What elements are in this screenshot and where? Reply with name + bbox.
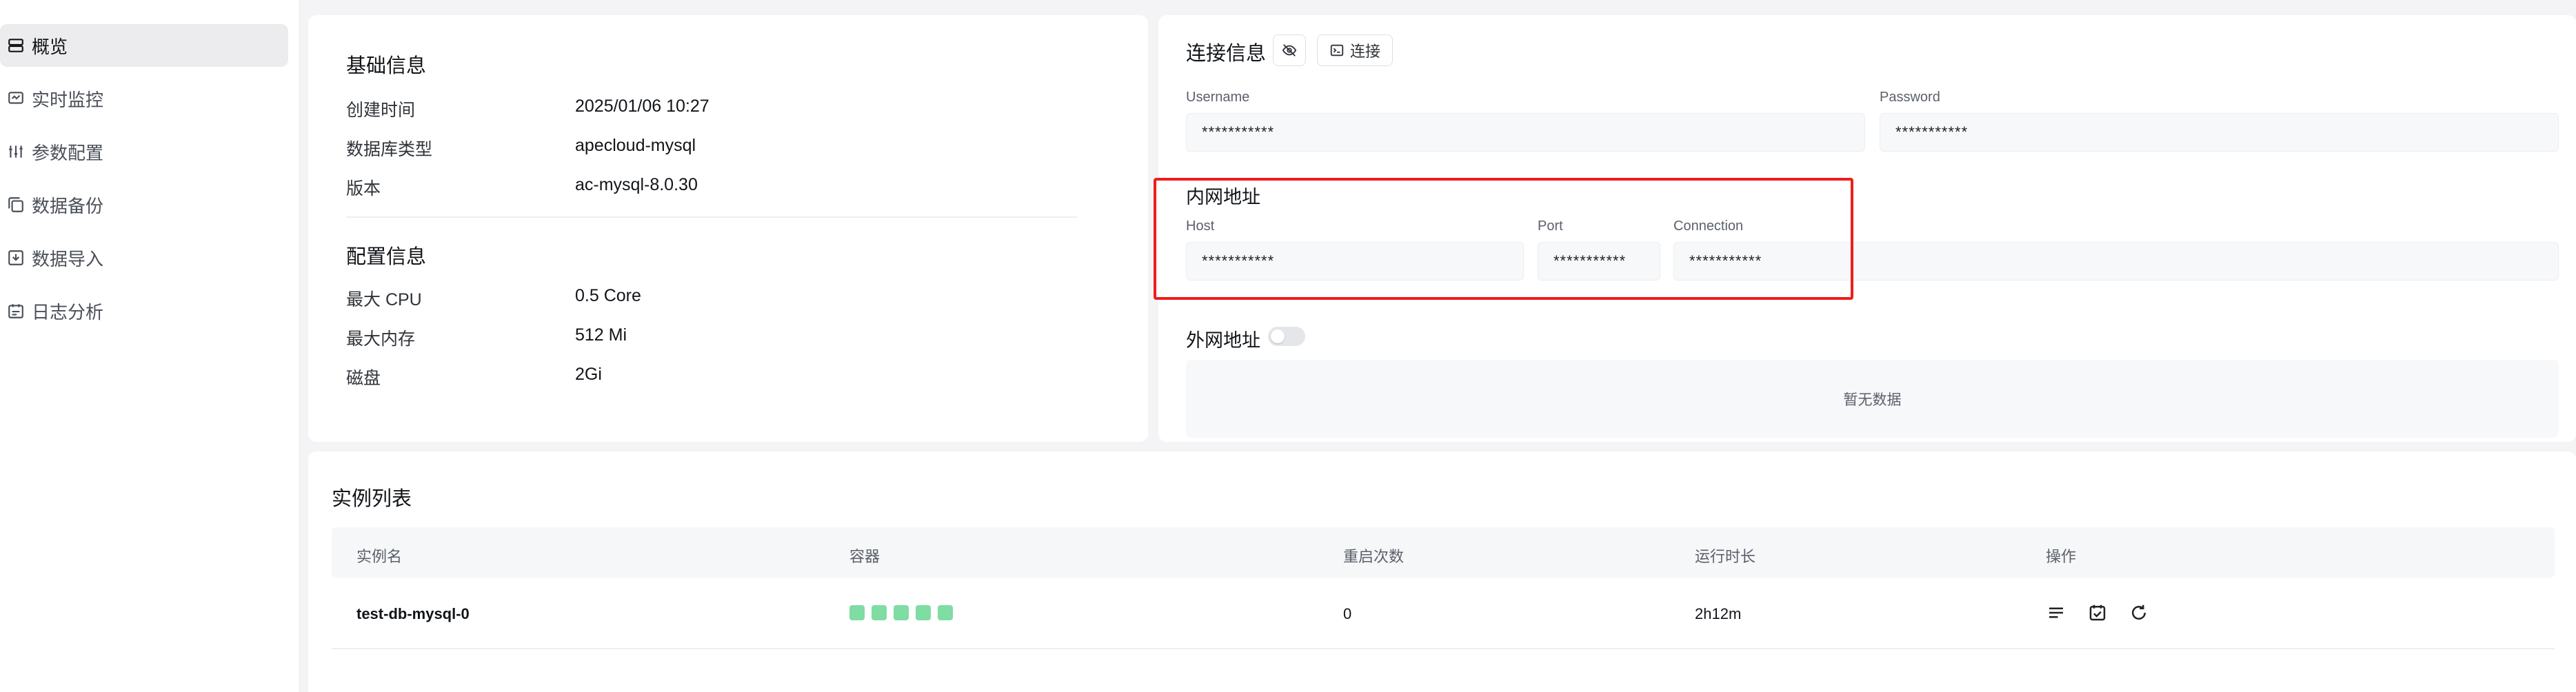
config-info-title: 配置信息 bbox=[346, 246, 427, 268]
disk-label: 磁盘 bbox=[346, 369, 381, 388]
row-divider bbox=[332, 648, 2555, 649]
toggle-visibility-button[interactable] bbox=[1273, 34, 1306, 66]
external-address-empty: 暂无数据 bbox=[1186, 360, 2559, 438]
sliders-icon bbox=[7, 143, 25, 161]
column-header-name: 实例名 bbox=[356, 548, 403, 565]
disk-value: 2Gi bbox=[575, 365, 602, 384]
sidebar-item-label: 日志分析 bbox=[32, 301, 104, 323]
sidebar-item-logs[interactable]: 日志分析 bbox=[0, 289, 288, 332]
uptime: 2h12m bbox=[1695, 605, 1742, 622]
connection-title: 连接信息 bbox=[1186, 43, 1267, 65]
connect-label: 连接 bbox=[1349, 43, 1380, 60]
container-status bbox=[894, 605, 909, 620]
info-card: 基础信息 创建时间 2025/01/06 10:27 数据库类型 apeclou… bbox=[308, 15, 1148, 442]
sidebar-item-label: 参数配置 bbox=[32, 142, 104, 163]
password-label: Password bbox=[1880, 90, 1940, 105]
db-type-label: 数据库类型 bbox=[346, 140, 433, 159]
max-memory-label: 最大内存 bbox=[346, 329, 416, 349]
backup-icon bbox=[7, 196, 25, 214]
instance-list-card: 实例列表 实例名 容器 重启次数 运行时长 操作 test-db-mysql-0… bbox=[308, 451, 2576, 692]
column-header-container: 容器 bbox=[849, 548, 881, 565]
calendar-log-icon bbox=[7, 302, 25, 320]
container-status bbox=[849, 605, 865, 620]
sidebar-item-label: 概览 bbox=[32, 36, 68, 57]
sidebar-item-params[interactable]: 参数配置 bbox=[0, 130, 288, 173]
sidebar-item-import[interactable]: 数据导入 bbox=[0, 236, 288, 279]
terminal-icon bbox=[1329, 43, 1345, 58]
column-header-uptime: 运行时长 bbox=[1695, 548, 1756, 565]
version-label: 版本 bbox=[346, 179, 381, 199]
external-address-toggle[interactable] bbox=[1268, 327, 1305, 346]
list-icon[interactable] bbox=[2046, 602, 2066, 623]
column-header-restarts: 重启次数 bbox=[1343, 548, 1405, 565]
sidebar-item-label: 数据导入 bbox=[32, 248, 104, 269]
divider bbox=[346, 216, 1077, 218]
highlight-box bbox=[1154, 178, 1853, 300]
sidebar-item-monitor[interactable]: 实时监控 bbox=[0, 77, 288, 120]
username-label: Username bbox=[1186, 90, 1250, 105]
column-header-actions: 操作 bbox=[2046, 548, 2077, 565]
restart-count: 0 bbox=[1343, 605, 1352, 622]
sidebar-item-label: 数据备份 bbox=[32, 195, 104, 216]
eye-off-icon bbox=[1282, 43, 1297, 58]
db-type-value: apecloud-mysql bbox=[575, 136, 696, 155]
max-memory-value: 512 Mi bbox=[575, 325, 627, 345]
server-icon bbox=[7, 37, 25, 54]
import-icon bbox=[7, 249, 25, 267]
sidebar: 概览 实时监控 参数配置 数据备份 数据导入 日志分析 bbox=[0, 0, 299, 692]
connect-button[interactable]: 连接 bbox=[1317, 34, 1393, 66]
created-time-value: 2025/01/06 10:27 bbox=[575, 96, 710, 116]
sidebar-item-label: 实时监控 bbox=[32, 89, 104, 110]
external-address-title: 外网地址 bbox=[1186, 330, 1260, 351]
created-time-label: 创建时间 bbox=[346, 101, 416, 120]
sidebar-item-backup[interactable]: 数据备份 bbox=[0, 183, 288, 226]
username-field[interactable]: *********** bbox=[1186, 113, 1865, 152]
version-value: ac-mysql-8.0.30 bbox=[575, 175, 698, 194]
instance-list-title: 实例列表 bbox=[332, 488, 412, 510]
container-status bbox=[872, 605, 887, 620]
container-status bbox=[916, 605, 931, 620]
instance-name[interactable]: test-db-mysql-0 bbox=[356, 605, 470, 623]
refresh-icon[interactable] bbox=[2129, 602, 2149, 623]
table-header bbox=[332, 527, 2555, 578]
calendar-icon[interactable] bbox=[2087, 602, 2108, 623]
empty-text: 暂无数据 bbox=[1843, 391, 1902, 408]
password-field[interactable]: *********** bbox=[1880, 113, 2559, 152]
monitor-icon bbox=[7, 90, 25, 108]
max-cpu-label: 最大 CPU bbox=[346, 290, 422, 309]
container-status bbox=[938, 605, 953, 620]
sidebar-item-overview[interactable]: 概览 bbox=[0, 24, 288, 67]
basic-info-title: 基础信息 bbox=[346, 55, 427, 77]
max-cpu-value: 0.5 Core bbox=[575, 286, 641, 305]
